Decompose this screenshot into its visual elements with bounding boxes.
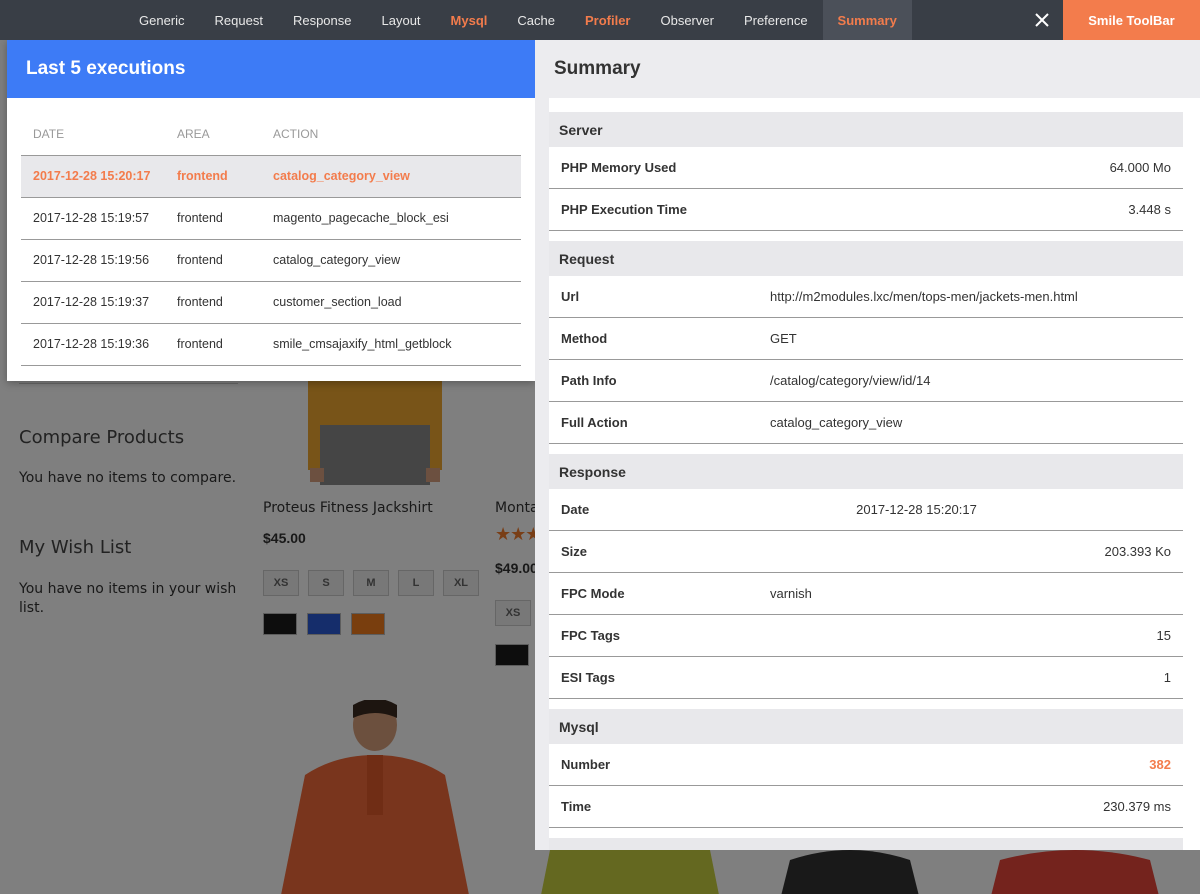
execution-area: frontend <box>165 323 261 366</box>
row-key: ESI Tags <box>561 670 615 685</box>
summary-row: FPC Tags 15 <box>549 615 1183 657</box>
close-button[interactable] <box>1022 0 1062 40</box>
row-value: /catalog/category/view/id/14 <box>770 373 931 388</box>
row-value: varnish <box>770 586 812 601</box>
section-title-mysql: Mysql <box>549 709 1183 744</box>
table-row[interactable]: 2017-12-28 15:20:17 frontend catalog_cat… <box>21 155 521 198</box>
execution-date: 2017-12-28 15:20:17 <box>21 155 165 198</box>
row-value: 382 <box>1149 757 1171 772</box>
row-value: 15 <box>1156 628 1171 643</box>
execution-area: frontend <box>165 281 261 324</box>
row-key: FPC Tags <box>561 628 620 643</box>
tab-cache[interactable]: Cache <box>502 0 570 40</box>
summary-row: PHP Execution Time 3.448 s <box>549 189 1183 231</box>
tab-layout[interactable]: Layout <box>367 0 436 40</box>
summary-row: Time 230.379 ms <box>549 786 1183 828</box>
last-executions-title: Last 5 executions <box>7 40 535 98</box>
summary-row: Full Action catalog_category_view <box>549 402 1183 444</box>
row-key: Url <box>561 289 580 304</box>
execution-action: magento_pagecache_block_esi <box>261 197 521 240</box>
tab-profiler[interactable]: Profiler <box>570 0 646 40</box>
row-value: 3.448 s <box>1128 202 1171 217</box>
execution-area: frontend <box>165 155 261 198</box>
smile-toolbar: Generic Request Response Layout Mysql Ca… <box>0 0 1200 40</box>
execution-area: frontend <box>165 197 261 240</box>
column-header-action: ACTION <box>261 113 521 156</box>
summary-title: Summary <box>554 58 641 79</box>
row-value: 203.393 Ko <box>1104 544 1171 559</box>
execution-date: 2017-12-28 15:19:36 <box>21 323 165 366</box>
row-key: Number <box>561 757 611 772</box>
row-key: Date <box>561 502 590 517</box>
execution-date: 2017-12-28 15:19:37 <box>21 281 165 324</box>
table-row[interactable]: 2017-12-28 15:19:56 frontend catalog_cat… <box>21 239 521 282</box>
tab-observer[interactable]: Observer <box>645 0 728 40</box>
row-key: Time <box>561 799 592 814</box>
close-icon <box>1035 13 1049 27</box>
summary-row: Path Info/catalog/category/view/id/14 <box>549 360 1183 402</box>
execution-action: customer_section_load <box>261 281 521 324</box>
toolbar-tabs: Generic Request Response Layout Mysql Ca… <box>124 0 912 40</box>
row-key: Path Info <box>561 373 617 388</box>
row-key: Size <box>561 544 588 559</box>
summary-row: Size 203.393 Ko <box>549 531 1183 573</box>
tab-mysql[interactable]: Mysql <box>436 0 503 40</box>
row-value: catalog_category_view <box>770 415 903 430</box>
execution-date: 2017-12-28 15:19:56 <box>21 239 165 282</box>
last-executions-panel: Last 5 executions DATE AREA ACTION 2017-… <box>7 40 535 381</box>
execution-action: catalog_category_view <box>261 155 521 198</box>
summary-row: ESI Tags 1 <box>549 657 1183 699</box>
executions-table: DATE AREA ACTION 2017-12-28 15:20:17 fro… <box>21 113 521 366</box>
section-title-cache: Cache <box>549 838 1183 850</box>
section-title-server: Server <box>549 112 1183 147</box>
summary-row: Number 382 <box>549 744 1183 786</box>
row-value: 1 <box>1163 670 1171 685</box>
table-row[interactable]: 2017-12-28 15:19:57 frontend magento_pag… <box>21 197 521 240</box>
tab-request[interactable]: Request <box>200 0 278 40</box>
tab-response[interactable]: Response <box>278 0 367 40</box>
execution-area: frontend <box>165 239 261 282</box>
summary-row: Method GET <box>549 318 1183 360</box>
table-row[interactable]: 2017-12-28 15:19:37 frontend customer_se… <box>21 281 521 324</box>
summary-row: FPC Mode varnish <box>549 573 1183 615</box>
execution-action: smile_cmsajaxify_html_getblock <box>261 323 521 366</box>
row-value: GET <box>770 331 797 346</box>
row-key: Full Action <box>561 415 628 430</box>
row-key: PHP Execution Time <box>561 202 687 217</box>
toolbar-brand[interactable]: Smile ToolBar <box>1063 0 1200 40</box>
summary-row: Date 2017-12-28 15:20:17 <box>549 489 1183 531</box>
row-value: 64.000 Mo <box>1109 160 1171 175</box>
tab-preference[interactable]: Preference <box>729 0 823 40</box>
tab-summary[interactable]: Summary <box>822 0 912 40</box>
execution-date: 2017-12-28 15:19:57 <box>21 197 165 240</box>
summary-row: PHP Memory Used 64.000 Mo <box>549 147 1183 189</box>
section-title-request: Request <box>549 241 1183 276</box>
row-value: 230.379 ms <box>1103 799 1171 814</box>
section-title-response: Response <box>549 454 1183 489</box>
row-value: 2017-12-28 15:20:17 <box>856 502 977 517</box>
row-key: Method <box>561 331 608 346</box>
table-row[interactable]: 2017-12-28 15:19:36 frontend smile_cmsaj… <box>21 323 521 366</box>
row-value: http://m2modules.lxc/men/tops-men/jacket… <box>770 289 1078 304</box>
column-header-area: AREA <box>165 113 261 156</box>
row-key: PHP Memory Used <box>561 160 677 175</box>
execution-action: catalog_category_view <box>261 239 521 282</box>
summary-body[interactable]: Server PHP Memory Used 64.000 Mo PHP Exec… <box>549 98 1200 850</box>
summary-row: Url http://m2modules.lxc/men/tops-men/jac… <box>549 276 1183 318</box>
summary-panel: Summary Server PHP Memory Used 64.000 Mo … <box>535 40 1200 850</box>
row-key: FPC Mode <box>561 586 625 601</box>
column-header-date: DATE <box>21 113 165 156</box>
tab-generic[interactable]: Generic <box>124 0 200 40</box>
